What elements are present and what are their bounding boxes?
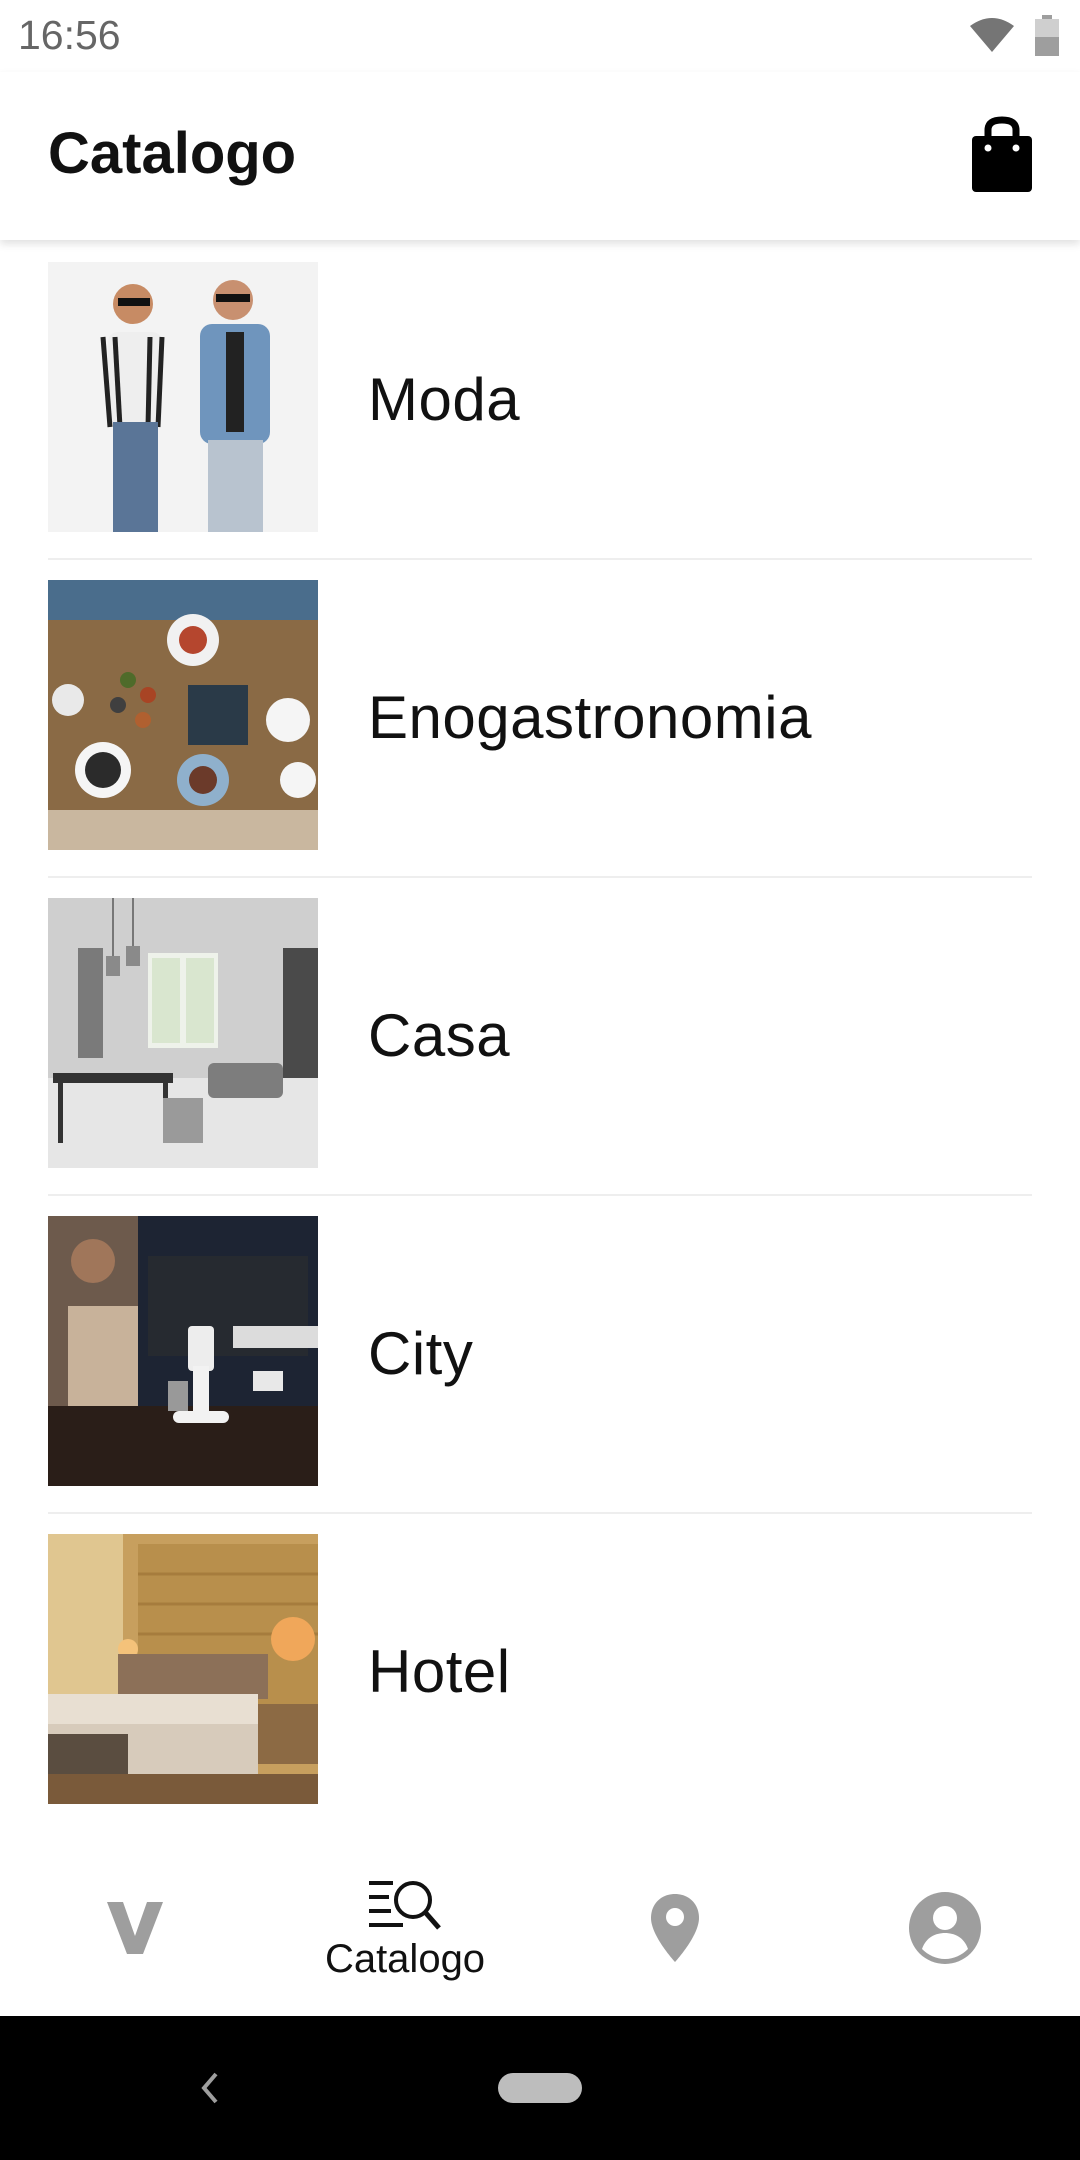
app-bar: Catalogo [0, 72, 1080, 240]
status-bar: 16:56 [0, 0, 1080, 72]
back-icon[interactable] [190, 2062, 230, 2114]
category-image-city [48, 1216, 318, 1486]
shopping-bag-button[interactable] [966, 116, 1038, 194]
nav-item-account[interactable] [810, 1840, 1080, 2016]
category-image-moda [48, 262, 318, 532]
nav-label-catalogo: Catalogo [324, 1936, 486, 1981]
category-item-city[interactable]: City [48, 1194, 1032, 1514]
v-logo-icon [107, 1902, 163, 1954]
catalog-search-icon [369, 1880, 441, 1930]
category-item-enogastronomia[interactable]: Enogastronomia [48, 558, 1032, 878]
category-item-casa[interactable]: Casa [48, 876, 1032, 1196]
location-pin-icon [651, 1894, 699, 1962]
category-item-hotel[interactable]: Hotel [48, 1512, 1032, 1830]
nav-item-catalogo[interactable]: Catalogo [270, 1840, 540, 2016]
system-navigation-bar [0, 2016, 1080, 2160]
category-image-enogastronomia [48, 580, 318, 850]
page-title: Catalogo [48, 121, 297, 186]
category-label: Enogastronomia [368, 683, 812, 751]
status-time: 16:56 [18, 12, 121, 58]
battery-icon [1035, 15, 1059, 56]
account-icon [909, 1892, 981, 1964]
category-image-casa [48, 898, 318, 1168]
shopping-bag-icon [972, 116, 1032, 192]
category-image-hotel [48, 1534, 318, 1804]
category-label: City [368, 1319, 474, 1387]
wifi-icon [970, 18, 1014, 52]
status-icons [968, 14, 1060, 58]
nav-item-location[interactable] [540, 1840, 810, 2016]
category-label: Moda [368, 365, 521, 433]
category-label: Casa [368, 1001, 511, 1069]
category-list: Moda Enogastronomia Casa City Hotel [0, 240, 1080, 1840]
category-item-moda[interactable]: Moda [48, 240, 1032, 560]
category-label: Hotel [368, 1637, 511, 1705]
bottom-navigation: Catalogo [0, 1840, 1080, 2016]
home-pill-button[interactable] [498, 2073, 582, 2103]
nav-item-home[interactable] [0, 1840, 270, 2016]
